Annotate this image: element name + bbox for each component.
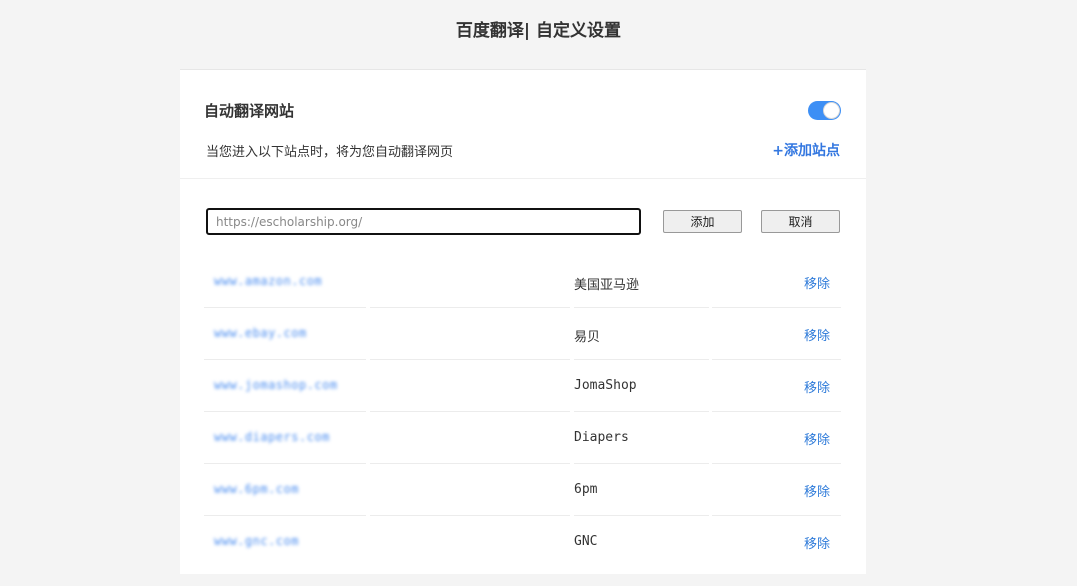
remove-button[interactable]: 移除 <box>804 481 830 500</box>
site-name: GNC <box>574 534 598 549</box>
site-name: JomaShop <box>574 378 637 393</box>
site-row: www.ebay.com 易贝 移除 <box>204 308 841 360</box>
site-name: 6pm <box>574 482 598 497</box>
site-url[interactable]: www.jomashop.com <box>214 378 338 392</box>
remove-button[interactable]: 移除 <box>804 377 830 396</box>
site-name: 美国亚马逊 <box>574 278 640 293</box>
site-url[interactable]: www.ebay.com <box>214 326 307 340</box>
site-url-input[interactable] <box>206 208 641 235</box>
site-row: www.6pm.com 6pm 移除 <box>204 464 841 516</box>
site-url[interactable]: www.diapers.com <box>214 430 330 444</box>
site-url[interactable]: www.amazon.com <box>214 274 322 288</box>
remove-button[interactable]: 移除 <box>804 325 830 344</box>
page-title: 百度翻译| 自定义设置 <box>455 21 622 41</box>
section-description: 当您进入以下站点时，将为您自动翻译网页 <box>206 145 454 160</box>
site-url[interactable]: www.gnc.com <box>214 534 299 548</box>
cancel-button[interactable]: 取消 <box>761 210 840 233</box>
remove-button[interactable]: 移除 <box>804 429 830 448</box>
auto-translate-toggle[interactable] <box>808 101 841 120</box>
toggle-knob <box>823 102 840 119</box>
add-button[interactable]: 添加 <box>663 210 742 233</box>
section-title: 自动翻译网站 <box>204 102 295 120</box>
site-name: Diapers <box>574 430 629 445</box>
site-row: www.diapers.com Diapers 移除 <box>204 412 841 464</box>
site-url[interactable]: www.6pm.com <box>214 482 299 496</box>
divider <box>180 178 866 179</box>
site-row: www.amazon.com 美国亚马逊 移除 <box>204 256 841 308</box>
site-row: www.jomashop.com JomaShop 移除 <box>204 360 841 412</box>
site-row: www.gnc.com GNC 移除 <box>204 516 841 568</box>
settings-card: 自动翻译网站 当您进入以下站点时，将为您自动翻译网页 +添加站点 添加 取消 w… <box>180 69 866 574</box>
remove-button[interactable]: 移除 <box>804 273 830 292</box>
remove-button[interactable]: 移除 <box>804 533 830 552</box>
site-name: 易贝 <box>574 330 601 345</box>
add-site-link[interactable]: +添加站点 <box>772 140 840 160</box>
